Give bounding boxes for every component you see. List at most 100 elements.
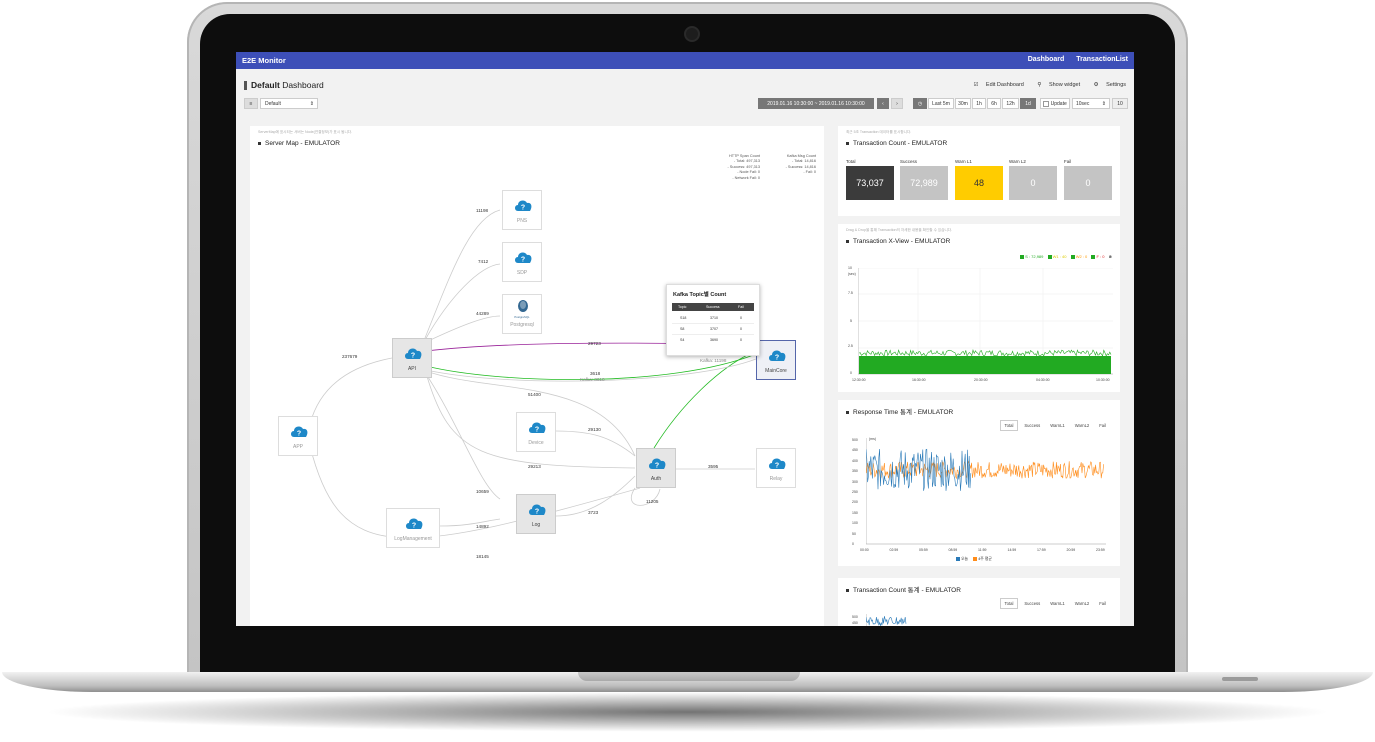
search-icon: ⚲ [1037,82,1042,88]
xview-plot[interactable] [858,268,1113,376]
table-row: S4 3690 0 [680,338,742,342]
node-auth[interactable]: ? Auth [636,448,676,488]
range-1d[interactable]: 1d [1020,98,1036,109]
chevron-down-icon: ⇕ [1101,101,1106,107]
server-map-panel: ServerMap에 표시되는 서버는 Node(연결정보)가 표시 됩니다. … [250,126,824,626]
interval-select[interactable]: 10sec ⇕ [1072,98,1110,109]
xview-ytick: 2.5 [848,344,853,348]
txn-stats-plot[interactable] [866,614,1106,626]
response-ytick: 100 [852,521,858,526]
interval-go-button[interactable]: 10 [1112,98,1128,109]
card-warn2[interactable]: 0 [1009,166,1057,200]
prev-range-button[interactable]: ‹ [877,98,889,109]
tab-warnl1[interactable]: WarnL1 [1046,599,1069,608]
update-checkbox[interactable]: Update [1040,98,1070,109]
node-relay[interactable]: ? Relay [756,448,796,488]
legend-fail[interactable]: F : 0 [1091,254,1105,259]
legend-warn2[interactable]: W2 : 0 [1070,254,1087,259]
nav-dashboard[interactable]: Dashboard [1028,56,1065,63]
legend-today[interactable]: 오늘 [956,557,968,561]
node-sdp[interactable]: ? SDP [502,242,542,282]
settings-link[interactable]: ⚙ Settings [1088,82,1126,88]
tab-success[interactable]: Success [1020,599,1044,608]
clock-button[interactable]: ◷ [913,98,927,109]
table-row: S8 3707 0 [672,324,754,335]
txn-count-title: Transaction Count - EMULATOR [846,140,947,147]
next-range-button[interactable]: › [891,98,903,109]
laptop-shadow [40,692,1335,732]
edit-dashboard-link[interactable]: ☑ Edit Dashboard [967,82,1023,88]
edge-app-api [309,357,393,425]
tooltip-table-header: Topic Success Fail [672,303,754,311]
range-1h[interactable]: 1h [972,98,986,109]
cloud-icon: ? [515,252,532,264]
node-maincore[interactable]: ? MainCore [756,340,796,380]
xview-xtick: 04:30:00 [1036,378,1050,382]
edge-label: 11198 [476,208,489,213]
card-label-warn2: Warn L2 [1009,159,1026,164]
edge-label: 7412 [478,259,489,264]
legend-success[interactable]: S : 72,989 [1020,254,1043,259]
gear-icon: ⚙ [1093,82,1099,88]
response-ytick: 150 [852,510,858,515]
tab-warnl2[interactable]: WarnL2 [1071,599,1094,608]
brand-logo[interactable]: E2E Monitor [242,56,286,65]
range-30m[interactable]: 30m [955,98,971,109]
tooltip-title: Kafka Topic별 Count [673,292,727,298]
range-last5m[interactable]: Last 5m [928,98,954,109]
response-plot[interactable] [866,438,1106,546]
card-warn1[interactable]: 48 [955,166,1003,200]
edit-icon: ☑ [973,82,979,88]
svg-text:?: ? [775,355,779,362]
svg-text:?: ? [521,205,525,212]
node-pns[interactable]: ? PNS [502,190,542,230]
xview-ytick: 7.5 [848,291,853,295]
date-range-picker[interactable]: 2019.01.16 10:30:00 ~ 2019.01.16 10:30:0… [758,98,874,109]
edge-label: 3723 [588,510,599,515]
tab-fail[interactable]: Fail [1095,421,1110,430]
legend-4week-avg[interactable]: 4주 평균 [973,557,992,561]
range-12h[interactable]: 12h [1002,98,1019,109]
dashboard-select[interactable]: Default ⇕ [260,98,318,109]
node-device[interactable]: ? Device [516,412,556,452]
card-total[interactable]: 73,037 [846,166,894,200]
menu-toggle-button[interactable]: ≡ [244,98,258,109]
response-tabs: Total Success WarnL1 WarnL2 Fail [999,420,1112,431]
xview-xtick: 12:30:00 [852,378,866,382]
response-xtick: 20:59 [1066,548,1076,552]
response-ytick: 0 [852,542,854,546]
node-app[interactable]: ? APP [278,416,318,456]
response-ytick: 200 [852,500,858,505]
range-6h[interactable]: 6h [987,98,1001,109]
tab-success[interactable]: Success [1020,421,1044,430]
tab-warnl2[interactable]: WarnL2 [1071,421,1094,430]
refresh-icon[interactable]: ⊗ [1109,254,1112,259]
xview-ytick: 0 [850,371,852,375]
show-widget-link[interactable]: ⚲ Show widget [1031,82,1080,88]
edge-label: 11205 [646,499,659,504]
edge-logmgmt-log [439,518,501,527]
response-ytick: 350 [852,469,858,474]
node-logmanagement[interactable]: ? LogManagement [386,508,440,548]
node-log[interactable]: ? Log [516,494,556,534]
camera-icon [686,28,698,40]
xview-ylabel: (sec) [848,272,856,276]
nav-transaction-list[interactable]: TransactionList [1076,56,1128,63]
legend-warn1[interactable]: W1 : 40 [1047,254,1066,259]
response-ytick: 500 [852,438,858,442]
card-fail[interactable]: 0 [1064,166,1112,200]
xview-panel: Drag & Drop을 통해 Transaction의 자세한 내용을 확인할… [838,224,1120,392]
response-legend: 오늘 4주 평균 [956,557,992,562]
tab-total[interactable]: Total [999,598,1019,609]
xview-title: Transaction X-View - EMULATOR [846,238,950,245]
tab-warnl1[interactable]: WarnL1 [1046,421,1069,430]
node-api[interactable]: ? API [392,338,432,378]
tab-fail[interactable]: Fail [1095,599,1110,608]
card-label-total: Total [846,159,856,164]
response-ytick: 300 [852,479,858,484]
card-success[interactable]: 72,989 [900,166,948,200]
edge-label: 10659 [476,489,489,494]
xview-xtick: 20:30:00 [974,378,988,382]
tab-total[interactable]: Total [999,420,1019,431]
node-postgresql[interactable]: PostgreSQL Postgresql [502,294,542,334]
